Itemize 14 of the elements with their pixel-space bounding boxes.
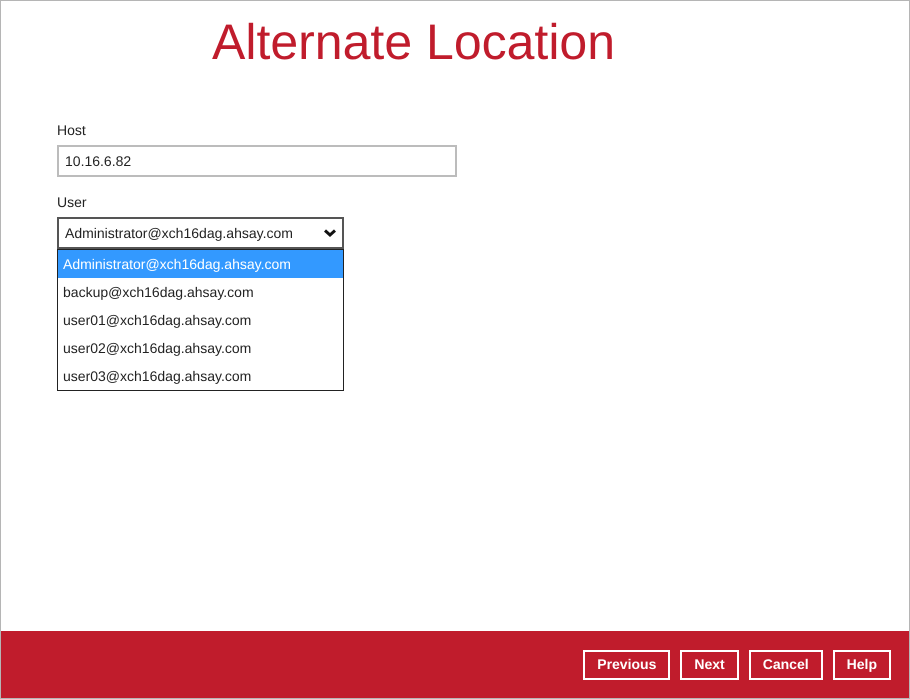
host-label: Host [57, 121, 86, 139]
user-option[interactable]: user01@xch16dag.ahsay.com [58, 306, 343, 334]
host-field[interactable]: 10.16.6.82 [57, 145, 457, 177]
footer-button[interactable]: Next [680, 650, 739, 680]
user-option[interactable]: user03@xch16dag.ahsay.com [58, 362, 343, 390]
chevron-down-icon [324, 229, 336, 237]
user-label: User [57, 193, 87, 211]
user-option[interactable]: backup@xch16dag.ahsay.com [58, 278, 343, 306]
page-title: Alternate Location [212, 13, 616, 72]
footer-button[interactable]: Cancel [748, 650, 823, 680]
footer-button[interactable]: Help [832, 650, 891, 680]
user-option[interactable]: user02@xch16dag.ahsay.com [58, 334, 343, 362]
footer-button[interactable]: Previous [583, 650, 670, 680]
user-dropdown[interactable]: Administrator@xch16dag.ahsay.com [57, 217, 344, 249]
